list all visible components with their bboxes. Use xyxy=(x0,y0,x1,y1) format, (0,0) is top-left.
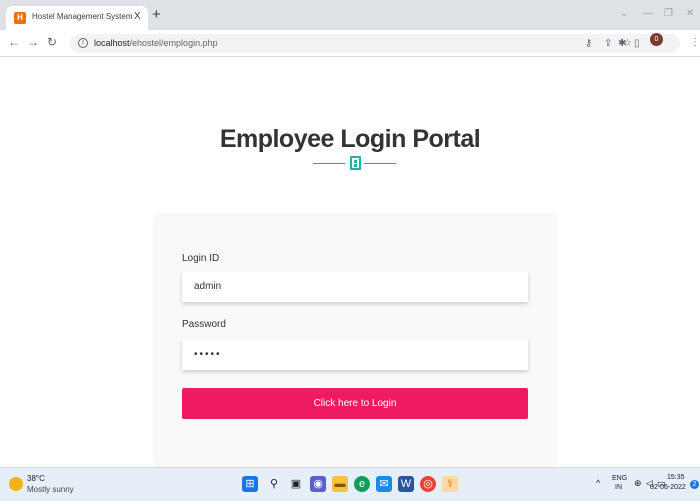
weather-description[interactable]: Mostly sunny xyxy=(27,485,74,494)
browser-tab-strip: H Hostel Management System X + ⌄ — ❐ ✕ xyxy=(0,0,700,30)
network-icon[interactable]: ⊕ xyxy=(634,478,642,489)
share-icon[interactable]: ⇪ xyxy=(604,38,612,49)
language-indicator[interactable]: ENG xyxy=(612,475,627,482)
login-button[interactable]: Click here to Login xyxy=(182,388,528,419)
password-label: Password xyxy=(182,319,226,330)
url-text[interactable]: localhost/ehostel/emplogin.php xyxy=(94,38,218,48)
page-title: Employee Login Portal xyxy=(219,125,481,153)
windows-taskbar: 38°C Mostly sunny ⊞ ⚲ ▣ ◉ ▬ e ✉ W ◎ ⚕ ^ … xyxy=(0,467,700,501)
reload-icon[interactable]: ↻ xyxy=(47,35,57,49)
task-view-icon[interactable]: ▣ xyxy=(288,476,304,492)
tray-overflow-icon[interactable]: ^ xyxy=(596,478,600,488)
weather-temperature[interactable]: 38°C xyxy=(27,474,45,483)
mail-icon[interactable]: ✉ xyxy=(376,476,392,492)
key-icon[interactable]: ⚷ xyxy=(585,38,592,49)
login-form: Login ID Password Click here to Login xyxy=(155,215,555,467)
notification-badge[interactable]: 2 xyxy=(690,480,699,489)
password-input[interactable] xyxy=(182,339,528,370)
back-arrow-icon[interactable]: ← xyxy=(8,35,20,49)
tab-search-icon[interactable]: ⌄ xyxy=(620,8,628,19)
new-tab-button[interactable]: + xyxy=(152,7,161,22)
clock-time[interactable]: 15:35 xyxy=(667,474,685,481)
extensions-icon[interactable]: ✱ xyxy=(618,38,626,49)
chrome-icon[interactable]: ◎ xyxy=(420,476,436,492)
login-id-input[interactable] xyxy=(182,271,528,302)
weather-sun-icon[interactable] xyxy=(9,477,23,491)
restore-button[interactable]: ❐ xyxy=(664,8,673,19)
browser-toolbar: ← → ↻ i localhost/ehostel/emplogin.php ⚷… xyxy=(0,30,700,57)
side-panel-icon[interactable]: ▯ xyxy=(634,38,640,49)
tab-close-button[interactable]: X xyxy=(134,11,141,22)
browser-tab[interactable]: H Hostel Management System X xyxy=(6,6,148,30)
clock-date[interactable]: 02-06-2022 xyxy=(650,484,686,491)
site-favicon-icon: H xyxy=(14,12,26,24)
chat-icon[interactable]: ◉ xyxy=(310,476,326,492)
page-content: Employee Login Portal Login ID Password … xyxy=(0,58,700,467)
menu-icon[interactable]: ⋮ xyxy=(690,37,700,48)
search-icon[interactable]: ⚲ xyxy=(266,476,282,492)
language-region[interactable]: IN xyxy=(615,484,622,491)
edge-browser-icon[interactable]: e xyxy=(354,476,370,492)
login-id-label: Login ID xyxy=(182,253,220,264)
minimize-button[interactable]: — xyxy=(643,8,653,19)
close-window-button[interactable]: ✕ xyxy=(686,8,694,19)
forward-arrow-icon[interactable]: → xyxy=(27,35,39,49)
building-icon xyxy=(350,156,361,170)
site-info-icon[interactable]: i xyxy=(78,38,88,48)
address-bar[interactable]: i localhost/ehostel/emplogin.php ⚷ ⇪ ☆ xyxy=(70,34,680,53)
start-windows-icon[interactable]: ⊞ xyxy=(242,476,258,492)
title-divider-right xyxy=(364,163,396,164)
file-explorer-icon[interactable]: ▬ xyxy=(332,476,348,492)
word-icon[interactable]: W xyxy=(398,476,414,492)
profile-avatar[interactable]: 0 xyxy=(650,33,663,46)
tab-title: Hostel Management System xyxy=(32,12,133,21)
title-divider-left xyxy=(313,163,345,164)
xampp-icon[interactable]: ⚕ xyxy=(442,476,458,492)
